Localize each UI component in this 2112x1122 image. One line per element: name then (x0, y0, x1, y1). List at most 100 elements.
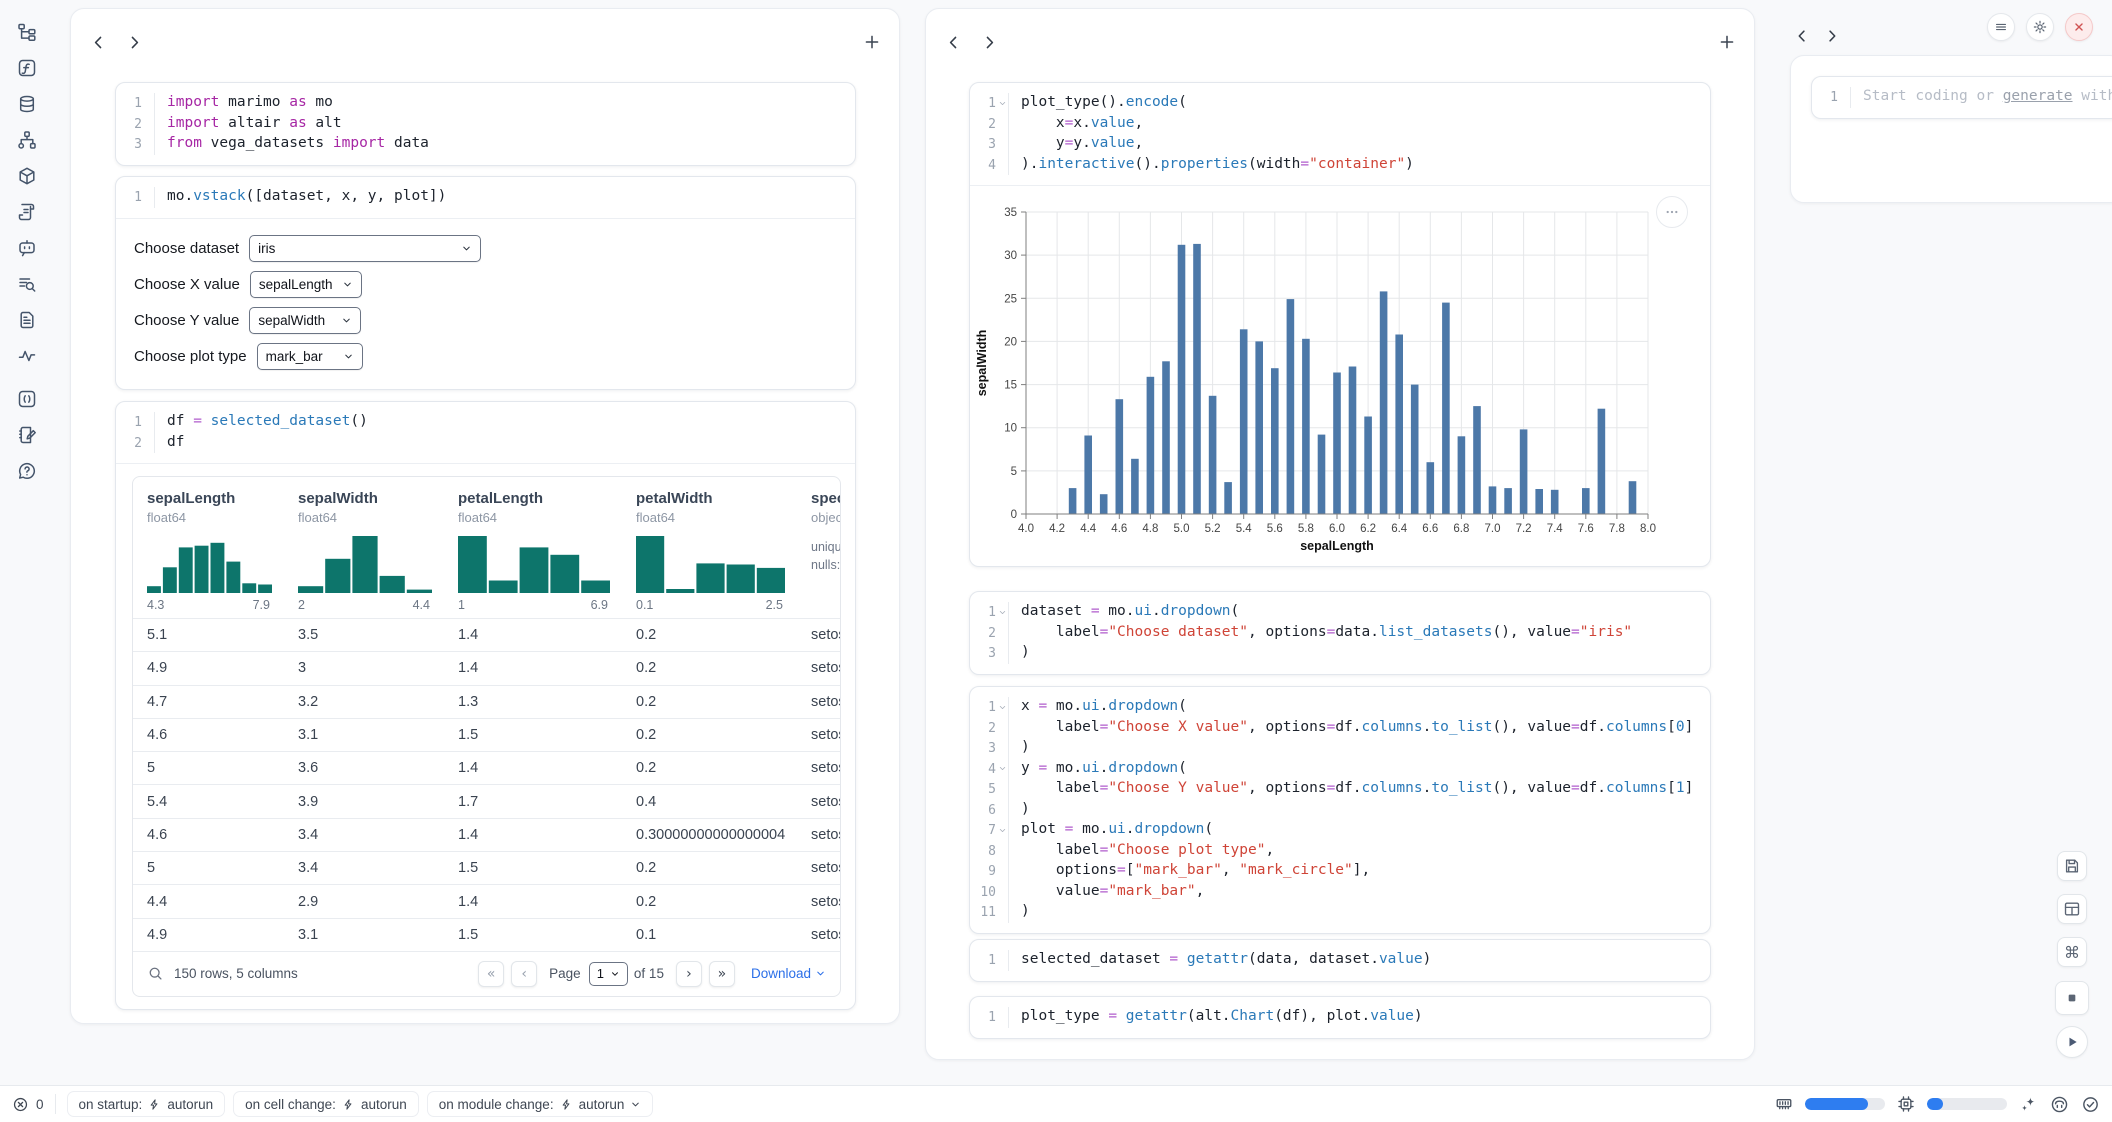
sidebar-item-scratchpad[interactable] (9, 417, 45, 453)
table-row[interactable]: 5.13.51.40.2setosa (133, 618, 840, 651)
error-count-button[interactable]: 0 (12, 1096, 44, 1113)
code-editor[interactable]: 1dataset = mo.ui.dropdown(2 label="Choos… (970, 592, 1710, 674)
dataset-select[interactable]: iris (249, 235, 481, 262)
sidebar-item-functions[interactable] (9, 50, 45, 86)
column2-back-button[interactable] (940, 29, 966, 55)
table-layout-button[interactable] (2057, 894, 2087, 924)
column-header-sepalWidth[interactable]: sepalWidthfloat6424.4 (284, 490, 444, 612)
sidebar-item-script-view[interactable] (9, 194, 45, 230)
code-editor[interactable]: 1df = selected_dataset()2df (116, 402, 855, 463)
table-row[interactable]: 53.41.50.2setosa (133, 851, 840, 884)
column-header-petalLength[interactable]: petalLengthfloat6416.9 (444, 490, 622, 612)
chart-menu-button[interactable] (1656, 196, 1688, 228)
autorun-chip-0[interactable]: on startup:autorun (67, 1091, 226, 1117)
first-page-button[interactable]: « (478, 961, 504, 987)
plot-type-select[interactable]: mark_bar (257, 343, 363, 370)
new-cell-editor[interactable]: 1 Start coding or generate with AI. (1811, 76, 2112, 119)
previous-page-button[interactable]: ‹ (511, 961, 537, 987)
control-row: Choose Y valuesepalWidth (134, 307, 837, 334)
chevron-down-icon (343, 351, 354, 362)
download-button[interactable]: Download (751, 966, 826, 981)
line-number: 2 (988, 114, 996, 135)
column-header-sepalLength[interactable]: sepalLengthfloat644.37.9 (133, 490, 284, 612)
code-editor[interactable]: 1import marimo as mo2import altair as al… (116, 83, 855, 165)
cell-xy-plot-dropdowns[interactable]: 1x = mo.ui.dropdown(2 label="Choose X va… (969, 686, 1711, 934)
column1-add-cell-button[interactable] (859, 29, 885, 55)
scratch-back-button[interactable] (1794, 28, 1810, 44)
ai-assistant-button[interactable] (2019, 1095, 2038, 1114)
table-cell: 0.2 (622, 860, 797, 876)
sidebar-item-file-explorer[interactable] (9, 14, 45, 50)
cell-plot-type[interactable]: 1plot_type = getattr(alt.Chart(df), plot… (969, 996, 1711, 1039)
code-editor[interactable]: 1mo.vstack([dataset, x, y, plot]) (116, 177, 855, 218)
sidebar-item-packages[interactable] (9, 158, 45, 194)
code-editor[interactable]: 1plot_type().encode(2 x=x.value,3 y=y.va… (970, 83, 1710, 185)
table-row[interactable]: 5.43.91.70.4setosa (133, 784, 840, 817)
page-select[interactable]: 1 (589, 962, 628, 986)
table-cell: 0.2 (622, 627, 797, 643)
sidebar-item-datasources[interactable] (9, 86, 45, 122)
fold-toggle-icon[interactable] (996, 602, 1008, 623)
sidebar-item-tracing[interactable] (9, 338, 45, 374)
sidebar-item-logs[interactable] (9, 266, 45, 302)
column-header-petalWidth[interactable]: petalWidthfloat640.12.5 (622, 490, 797, 612)
generate-with-ai-link[interactable]: generate (2003, 88, 2073, 104)
table-row[interactable]: 4.63.41.40.30000000000000004setosa (133, 818, 840, 851)
table-row[interactable]: 4.931.40.2setosa (133, 651, 840, 684)
cell-dataset-dropdown[interactable]: 1dataset = mo.ui.dropdown(2 label="Choos… (969, 591, 1711, 675)
editor-placeholder[interactable]: Start coding or generate with AI. (1850, 87, 2112, 108)
selected-value: mark_bar (266, 349, 323, 364)
table-cell: 0.2 (622, 694, 797, 710)
fold-toggle-icon[interactable] (996, 697, 1008, 718)
column1-back-button[interactable] (85, 29, 111, 55)
x-value-select[interactable]: sepalLength (250, 271, 362, 298)
next-page-button[interactable]: › (676, 961, 702, 987)
cell-imports[interactable]: 1import marimo as mo2import altair as al… (115, 82, 856, 166)
sidebar-item-dependency-graph[interactable] (9, 122, 45, 158)
code-editor[interactable]: 1plot_type = getattr(alt.Chart(df), plot… (970, 997, 1710, 1038)
code-editor[interactable]: 1x = mo.ui.dropdown(2 label="Choose X va… (970, 687, 1710, 933)
sidebar-item-ai-chat[interactable] (9, 230, 45, 266)
cell-dataframe[interactable]: 1df = selected_dataset()2df sepalLengthf… (115, 401, 856, 1010)
code-text: mo.vstack([dataset, x, y, plot]) (154, 187, 855, 208)
autorun-chip-2[interactable]: on module change:autorun (427, 1091, 654, 1117)
table-row[interactable]: 4.42.91.40.2setosa (133, 884, 840, 917)
y-value-select[interactable]: sepalWidth (249, 307, 361, 334)
chart-output: 4.04.24.44.64.85.05.25.45.65.86.06.26.46… (970, 192, 1710, 560)
fold-toggle-icon[interactable] (996, 93, 1008, 114)
column-header-species[interactable]: speciesobjectunique:nulls: (797, 490, 840, 612)
cell-selected-dataset[interactable]: 1selected_dataset = getattr(data, datase… (969, 939, 1711, 982)
column1-forward-button[interactable] (121, 29, 147, 55)
search-icon[interactable] (147, 965, 164, 982)
table-row[interactable]: 4.73.21.30.2setosa (133, 685, 840, 718)
table-row[interactable]: 53.61.40.2setosa (133, 751, 840, 784)
keyboard-shortcuts-button[interactable]: ⌘ (2057, 937, 2087, 967)
interrupt-button[interactable] (2055, 981, 2089, 1015)
cell-vstack[interactable]: 1mo.vstack([dataset, x, y, plot]) Choose… (115, 176, 856, 390)
copilot-status-button[interactable] (2050, 1095, 2069, 1114)
fold-toggle-icon[interactable] (996, 820, 1008, 841)
column-stats: unique:nulls: (811, 538, 840, 574)
autorun-chip-1[interactable]: on cell change:autorun (233, 1091, 419, 1117)
fold-toggle-icon[interactable] (996, 759, 1008, 780)
code-editor[interactable]: 1selected_dataset = getattr(data, datase… (970, 940, 1710, 981)
line-gutter: 3 (116, 134, 154, 155)
last-page-button[interactable]: » (709, 961, 735, 987)
save-button[interactable] (2057, 851, 2087, 881)
table-row[interactable]: 4.63.11.50.2setosa (133, 718, 840, 751)
altair-bar-chart[interactable]: 4.04.24.44.64.85.05.25.45.65.86.06.26.46… (970, 192, 1711, 560)
column2-add-cell-button[interactable] (1714, 29, 1740, 55)
column2-forward-button[interactable] (976, 29, 1002, 55)
sidebar-item-help[interactable] (9, 453, 45, 489)
sidebar-item-snippets[interactable] (9, 381, 45, 417)
notebook-menu-button[interactable] (1987, 13, 2015, 41)
run-button[interactable] (2056, 1026, 2088, 1058)
runtime-status-button[interactable] (2081, 1095, 2100, 1114)
settings-button[interactable] (2026, 13, 2054, 41)
sidebar-item-documentation[interactable] (9, 302, 45, 338)
close-panel-button[interactable] (2065, 13, 2093, 41)
code-line: 4).interactive().properties(width="conta… (970, 155, 1710, 176)
cell-plot[interactable]: 1plot_type().encode(2 x=x.value,3 y=y.va… (969, 82, 1711, 567)
scratch-forward-button[interactable] (1824, 28, 1840, 44)
table-row[interactable]: 4.93.11.50.1setosa (133, 918, 840, 951)
